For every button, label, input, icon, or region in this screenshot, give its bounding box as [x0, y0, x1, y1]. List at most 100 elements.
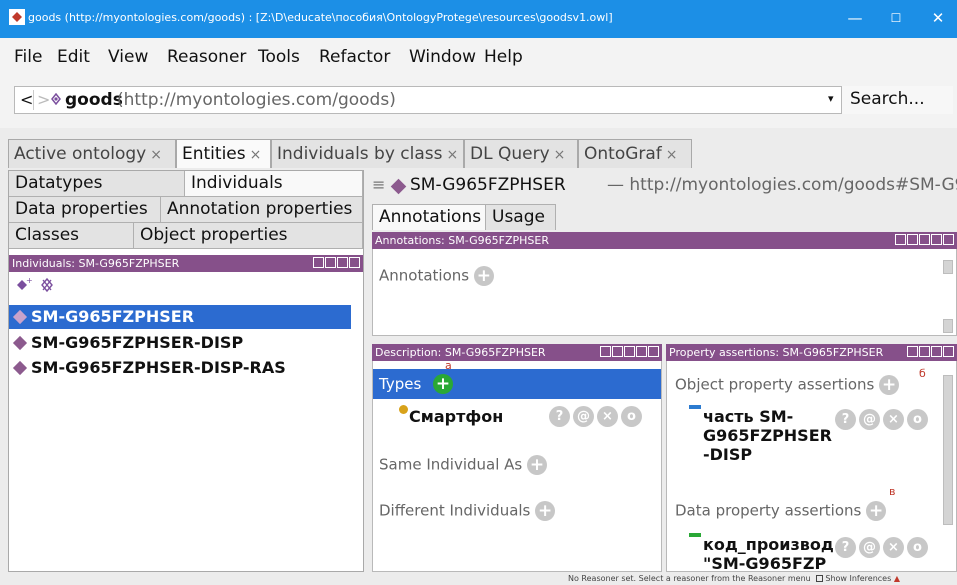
tab-dl-query[interactable]: DL Query × [464, 139, 578, 168]
tab-close-icon[interactable]: × [666, 147, 678, 163]
tab-annotations[interactable]: Annotations [372, 204, 486, 230]
menu-file[interactable]: File [14, 47, 42, 67]
add-type-icon[interactable]: + [433, 374, 453, 394]
types-section-header[interactable]: Types + [373, 369, 661, 399]
search-button[interactable]: Search... [841, 86, 953, 114]
edit-icon[interactable]: o [621, 406, 642, 427]
menu-reasoner[interactable]: Reasoner [167, 47, 246, 67]
list-item[interactable]: часть SM- G965FZPHSER -DISP ? @ × o [667, 401, 942, 475]
menu-icon[interactable]: ≡ [372, 175, 385, 194]
entity-name: SM-G965FZPHSER [410, 175, 566, 195]
menu-window[interactable]: Window [409, 47, 476, 67]
annotate-icon[interactable]: @ [859, 537, 880, 558]
delete-icon[interactable]: × [883, 537, 904, 558]
tab-usage[interactable]: Usage [486, 204, 556, 230]
view-header-title: Property assertions: SM-G965FZPHSER [669, 346, 884, 359]
help-icon[interactable]: ? [549, 406, 570, 427]
ontology-address-bar[interactable]: < > goods (http://myontologies.com/goods… [14, 86, 953, 114]
tab-label: OntoGraf [584, 144, 662, 164]
menu-edit[interactable]: Edit [57, 47, 90, 67]
marker-v: в [889, 485, 896, 498]
menu-view[interactable]: View [108, 47, 148, 67]
delete-icon[interactable]: × [597, 406, 618, 427]
view-controls[interactable] [906, 346, 954, 363]
add-same-individual-icon[interactable]: + [527, 455, 547, 475]
annotate-icon[interactable]: @ [573, 406, 594, 427]
workspace-tabs: Active ontology × Entities × Individuals b… [0, 128, 957, 168]
back-button[interactable]: < [20, 90, 33, 109]
menu-refactor[interactable]: Refactor [319, 47, 390, 67]
view-header-title: Annotations: SM-G965FZPHSER [375, 234, 549, 247]
annotation-tabs: Annotations Usage [372, 202, 957, 232]
list-item[interactable]: код_производ "SM-G965FZP ? @ × o [667, 529, 942, 571]
show-inferences-label: Show Inferences [825, 574, 892, 583]
title-bar: goods (http://myontologies.com/goods) : … [0, 0, 957, 38]
view-controls[interactable] [599, 346, 659, 363]
add-different-individual-icon[interactable]: + [535, 501, 556, 521]
tab-close-icon[interactable]: × [150, 147, 162, 163]
list-item[interactable]: SM-G965FZPHSER-DISP-RAS [9, 356, 351, 380]
svg-text:+: + [26, 277, 33, 285]
tab-ontograf[interactable]: OntoGraf × [578, 139, 692, 168]
annotations-section: Annotations + [379, 266, 494, 286]
tab-label: DL Query [470, 144, 550, 164]
help-icon[interactable]: ? [835, 537, 856, 558]
delete-icon[interactable]: × [883, 409, 904, 430]
list-item[interactable]: SM-G965FZPHSER-DISP [9, 331, 351, 355]
edit-icon[interactable]: o [907, 409, 928, 430]
tab-close-icon[interactable]: × [554, 147, 566, 163]
minimize-button[interactable]: — [837, 5, 873, 31]
subtab-classes[interactable]: Classes [9, 223, 134, 249]
section-label: Same Individual As [379, 455, 523, 474]
tab-close-icon[interactable]: × [250, 147, 262, 163]
data-assertion-line-1: код_производ [703, 535, 834, 554]
subtab-data-properties[interactable]: Data properties [9, 197, 161, 223]
delete-individual-icon[interactable] [39, 277, 55, 293]
view-controls[interactable] [894, 234, 954, 251]
show-inferences-checkbox[interactable] [815, 575, 823, 582]
protege-app-icon [9, 9, 25, 25]
subtab-datatypes[interactable]: Datatypes [9, 171, 185, 197]
ontology-uri: (http://myontologies.com/goods) [117, 90, 396, 110]
tab-active-ontology[interactable]: Active ontology × [8, 139, 176, 168]
list-item[interactable]: Смартфон ? @ × o [373, 399, 661, 429]
view-controls[interactable] [312, 257, 360, 274]
menu-bar: File Edit View Reasoner Tools Refactor W… [0, 38, 957, 72]
scrollbar-down[interactable] [943, 319, 953, 333]
nav-separator [33, 90, 34, 110]
class-icon [399, 405, 408, 414]
add-individual-icon[interactable]: + [15, 277, 33, 293]
individuals-view-header: Individuals: SM-G965FZPHSER [9, 255, 363, 272]
forward-button[interactable]: > [37, 90, 50, 109]
object-assertion-line-1: часть SM- [703, 407, 794, 426]
tab-label: Individuals by class [277, 144, 443, 164]
help-icon[interactable]: ? [835, 409, 856, 430]
object-assertion-line-2: G965FZPHSER [703, 426, 832, 445]
close-button[interactable]: ✕ [920, 5, 956, 31]
edit-icon[interactable]: o [907, 537, 928, 558]
same-individual-section: Same Individual As + [379, 455, 547, 475]
scrollbar-up[interactable] [943, 260, 953, 274]
scrollbar[interactable] [943, 375, 953, 525]
menu-tools[interactable]: Tools [258, 47, 300, 67]
add-object-property-icon[interactable]: + [879, 375, 900, 395]
subtab-individuals[interactable]: Individuals [185, 171, 363, 197]
annotate-icon[interactable]: @ [859, 409, 880, 430]
add-data-property-icon[interactable]: + [866, 501, 887, 521]
annotations-view-header: Annotations: SM-G965FZPHSER [372, 232, 957, 249]
subtab-annotation-properties[interactable]: Annotation properties [161, 197, 363, 223]
entity-header: ≡ SM-G965FZPHSER — http://myontologies.c… [372, 172, 957, 202]
tab-close-icon[interactable]: × [447, 147, 459, 163]
add-annotation-icon[interactable]: + [473, 266, 494, 286]
menu-help[interactable]: Help [484, 47, 523, 67]
entity-uri: — http://myontologies.com/goods#SM-G9 [607, 175, 957, 195]
list-item[interactable]: SM-G965FZPHSER [9, 305, 351, 329]
object-property-icon [689, 405, 701, 409]
tab-entities[interactable]: Entities × [176, 139, 271, 168]
subtab-object-properties[interactable]: Object properties [134, 223, 363, 249]
warning-icon: ▲ [893, 574, 900, 583]
chevron-down-icon[interactable]: ▾ [828, 92, 834, 105]
maximize-button[interactable]: ☐ [878, 5, 914, 31]
annotations-view: Annotations: SM-G965FZPHSER Annotations … [372, 232, 957, 336]
tab-individuals-by-class[interactable]: Individuals by class × [271, 139, 464, 168]
